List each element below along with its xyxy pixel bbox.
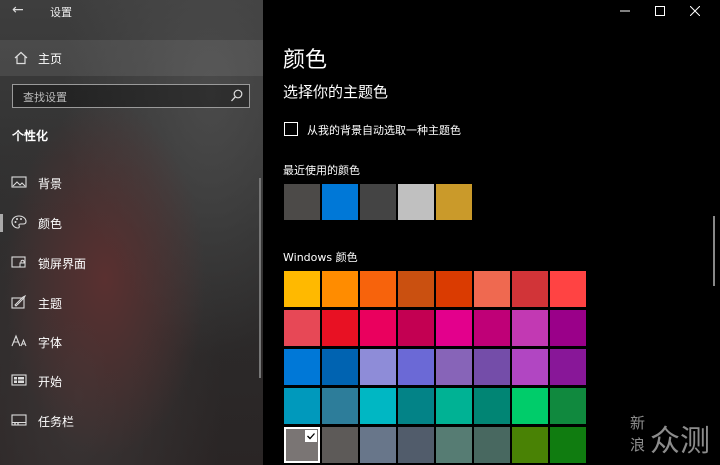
auto-pick-accent-label[interactable]: 从我的背景自动选取一种主题色 (307, 122, 461, 138)
taskbar-icon (11, 414, 27, 426)
watermark-char: 浪 (630, 436, 646, 454)
windows-color-swatch[interactable] (360, 388, 396, 424)
windows-color-swatch[interactable] (322, 271, 358, 307)
search-input[interactable] (21, 88, 225, 106)
sidebar-item-label: 主题 (38, 297, 63, 311)
windows-color-swatch[interactable] (436, 388, 472, 424)
sidebar-item-label: 开始 (38, 375, 63, 389)
windows-color-swatch[interactable] (474, 271, 510, 307)
settings-window: ← 设置 主页 个性化 背景 (0, 0, 720, 465)
windows-color-swatch[interactable] (474, 388, 510, 424)
windows-color-swatch[interactable] (284, 427, 320, 463)
sidebar-item-label: 任务栏 (38, 415, 75, 429)
windows-color-swatch[interactable] (474, 427, 510, 463)
main-scrollbar[interactable] (713, 216, 715, 286)
windows-color-swatch[interactable] (550, 349, 586, 385)
windows-color-swatch[interactable] (360, 427, 396, 463)
windows-color-swatch[interactable] (436, 271, 472, 307)
sidebar-item-label: 颜色 (38, 217, 63, 231)
windows-color-swatch[interactable] (322, 310, 358, 346)
accent-color-heading: 选择你的主题色 (283, 83, 389, 101)
main-content: 颜色 选择你的主题色 从我的背景自动选取一种主题色 最近使用的颜色 Window… (263, 0, 720, 465)
font-icon (11, 334, 27, 347)
close-icon (690, 6, 700, 16)
palette-icon (11, 215, 27, 229)
recent-color-swatch[interactable] (398, 184, 434, 220)
windows-color-swatch[interactable] (360, 271, 396, 307)
windows-color-swatch[interactable] (322, 349, 358, 385)
windows-color-swatch[interactable] (550, 310, 586, 346)
windows-color-swatch[interactable] (398, 349, 434, 385)
recent-color-swatch[interactable] (436, 184, 472, 220)
recent-color-swatch[interactable] (360, 184, 396, 220)
windows-color-swatch[interactable] (360, 310, 396, 346)
sidebar-item-label: 字体 (38, 336, 63, 350)
watermark-char: 新 (630, 414, 646, 432)
windows-color-swatch[interactable] (398, 310, 434, 346)
search-box[interactable] (12, 84, 250, 108)
windows-color-swatch[interactable] (512, 349, 548, 385)
home-icon (14, 51, 28, 65)
windows-color-swatch[interactable] (474, 349, 510, 385)
auto-pick-accent-checkbox[interactable] (284, 122, 298, 136)
picture-icon (11, 176, 27, 188)
minimize-icon (620, 10, 630, 12)
theme-brush-icon (11, 295, 27, 309)
sidebar-item-label: 背景 (38, 177, 63, 191)
windows-color-swatch[interactable] (512, 310, 548, 346)
section-title: 个性化 (12, 129, 49, 143)
checkmark-icon (305, 430, 317, 442)
sidebar-item-themes[interactable]: 主题 (0, 286, 255, 320)
close-button[interactable] (676, 0, 714, 24)
home-nav-item[interactable]: 主页 (0, 40, 263, 76)
windows-color-swatch[interactable] (436, 427, 472, 463)
search-icon[interactable] (230, 89, 243, 103)
recent-colors-label: 最近使用的颜色 (283, 164, 360, 177)
windows-color-swatch[interactable] (550, 271, 586, 307)
sidebar-item-lock-screen[interactable]: 锁屏界面 (0, 246, 255, 280)
windows-color-swatch[interactable] (284, 388, 320, 424)
window-title: 设置 (50, 6, 72, 19)
sina-zhongce-watermark: 新 浪 众测 (630, 412, 716, 459)
windows-color-swatch[interactable] (550, 388, 586, 424)
sidebar-item-fonts[interactable]: 字体 (0, 325, 255, 359)
windows-color-swatch[interactable] (550, 427, 586, 463)
title-bar: ← 设置 (0, 0, 263, 24)
home-label: 主页 (38, 52, 63, 66)
sidebar-item-taskbar[interactable]: 任务栏 (0, 404, 255, 438)
windows-color-swatch[interactable] (474, 310, 510, 346)
windows-color-swatch[interactable] (360, 349, 396, 385)
windows-color-swatch[interactable] (322, 388, 358, 424)
sidebar-scrollbar[interactable] (259, 178, 261, 378)
sidebar-item-colors[interactable]: 颜色 (0, 206, 255, 240)
windows-color-swatch[interactable] (398, 271, 434, 307)
watermark-text: 众测 (650, 424, 710, 459)
page-title: 颜色 (283, 48, 328, 73)
windows-color-swatch[interactable] (436, 310, 472, 346)
sidebar-item-label: 锁屏界面 (38, 257, 87, 271)
start-menu-icon (11, 374, 27, 386)
windows-color-swatch[interactable] (284, 310, 320, 346)
windows-color-swatch[interactable] (512, 427, 548, 463)
windows-color-swatch[interactable] (512, 388, 548, 424)
windows-color-swatch[interactable] (398, 388, 434, 424)
sidebar-item-start[interactable]: 开始 (0, 364, 255, 398)
minimize-button[interactable] (606, 0, 644, 24)
recent-color-swatch[interactable] (322, 184, 358, 220)
sidebar-item-background[interactable]: 背景 (0, 166, 255, 200)
lock-screen-icon (11, 256, 26, 268)
windows-color-swatch[interactable] (284, 271, 320, 307)
windows-color-swatch[interactable] (436, 349, 472, 385)
back-arrow-icon[interactable]: ← (12, 2, 24, 18)
windows-color-swatch[interactable] (398, 427, 434, 463)
windows-colors-label: Windows 颜色 (283, 251, 358, 264)
recent-color-swatch[interactable] (284, 184, 320, 220)
windows-color-swatch[interactable] (512, 271, 548, 307)
maximize-button[interactable] (641, 0, 679, 24)
windows-color-swatch[interactable] (284, 349, 320, 385)
windows-color-swatch[interactable] (322, 427, 358, 463)
sidebar: ← 设置 主页 个性化 背景 (0, 0, 263, 465)
maximize-icon (655, 6, 665, 16)
